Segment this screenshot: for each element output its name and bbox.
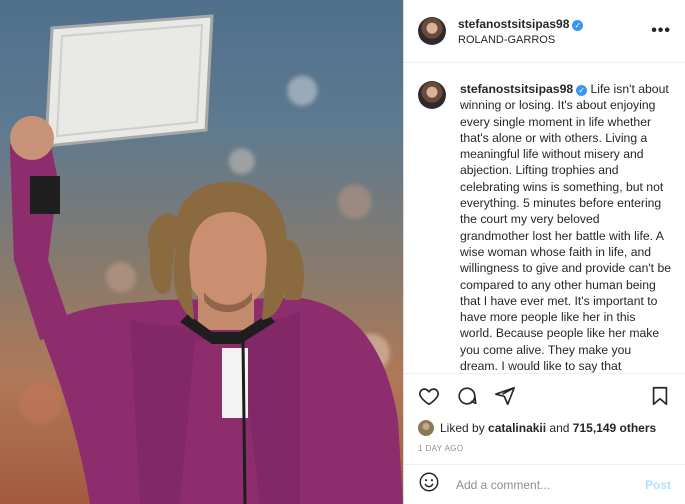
player-illustration: [9, 14, 403, 504]
trophy-plate-icon: [44, 14, 214, 148]
verified-badge-icon: ✓: [572, 20, 584, 32]
liker-avatar[interactable]: [418, 420, 434, 436]
post-caption: stefanostsitsipas98 ✓ Life isn't about wi…: [404, 63, 685, 373]
post-comment-button[interactable]: Post: [645, 478, 671, 492]
share-icon[interactable]: [494, 385, 516, 412]
post-location[interactable]: ROLAND-GARROS: [458, 34, 583, 48]
caption-verified-badge-icon: ✓: [576, 85, 588, 96]
caption-author-avatar[interactable]: [418, 81, 446, 109]
author-username[interactable]: stefanostsitsipas98: [458, 17, 569, 31]
post-timestamp[interactable]: 1 DAY AGO: [418, 444, 671, 453]
emoji-icon[interactable]: [418, 471, 440, 498]
likes-count[interactable]: 715,149 others: [573, 421, 656, 435]
more-options-icon[interactable]: •••: [651, 22, 671, 40]
likes-and: and: [549, 421, 570, 435]
post-photo[interactable]: [0, 0, 403, 504]
author-info: stefanostsitsipas98 ✓ ROLAND-GARROS: [458, 14, 584, 48]
post-actions: Liked by catalinakii and 715,149 others …: [404, 373, 685, 465]
action-icon-row: [418, 386, 671, 410]
likes-summary: Liked by catalinakii and 715,149 others: [418, 420, 671, 436]
author-avatar[interactable]: [418, 17, 446, 45]
post-details-panel: stefanostsitsipas98 ✓ ROLAND-GARROS ••• s…: [403, 0, 685, 504]
caption-text-block: stefanostsitsipas98 ✓ Life isn't about wi…: [460, 81, 671, 373]
caption-username[interactable]: stefanostsitsipas98: [460, 82, 573, 96]
comment-input[interactable]: [454, 476, 645, 493]
liked-by-user[interactable]: catalinakii: [488, 421, 546, 435]
heart-icon[interactable]: [418, 385, 440, 412]
likes-prefix: Liked by: [440, 421, 485, 435]
comment-icon[interactable]: [456, 385, 478, 412]
comment-bar: Post: [404, 464, 685, 504]
post-header: stefanostsitsipas98 ✓ ROLAND-GARROS •••: [404, 0, 685, 63]
caption-body: Life isn't about winning or losing. It's…: [460, 82, 671, 373]
bookmark-icon[interactable]: [649, 385, 671, 412]
